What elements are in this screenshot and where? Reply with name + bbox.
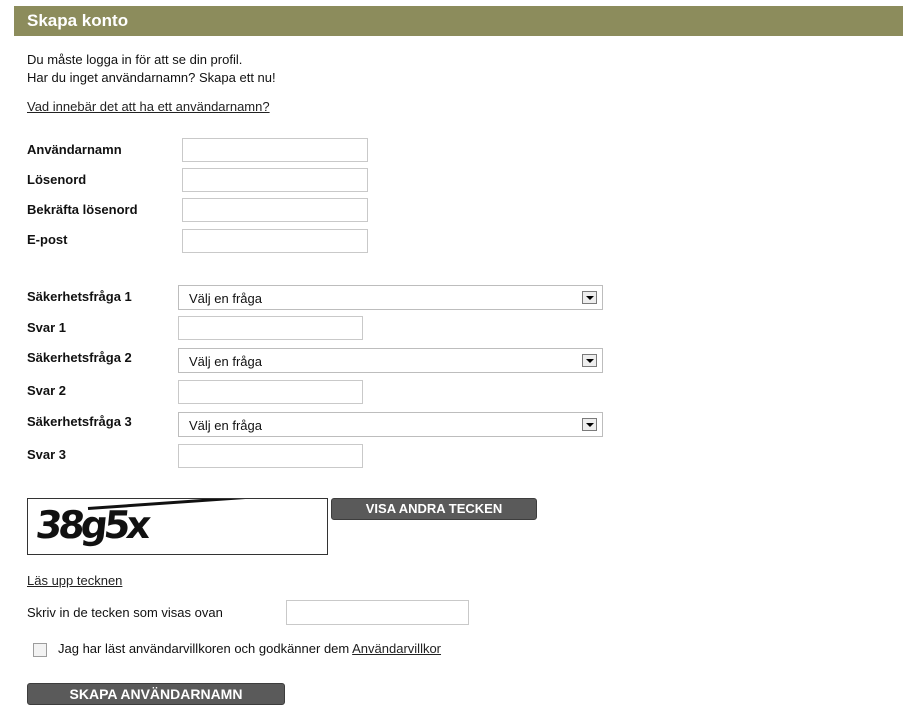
security-question-3-label: Säkerhetsfråga 3 xyxy=(27,414,132,429)
security-question-2-select[interactable]: Välj en fråga xyxy=(178,348,603,373)
email-input[interactable] xyxy=(182,229,368,253)
security-question-2-value: Välj en fråga xyxy=(189,354,262,369)
captcha-text: 38g5x xyxy=(33,503,150,547)
answer-1-label: Svar 1 xyxy=(27,320,67,335)
captcha-image: 38g5x xyxy=(27,498,328,555)
audio-captcha-link[interactable]: Läs upp tecknen xyxy=(27,573,122,588)
answer-1-input[interactable] xyxy=(178,316,363,340)
answer-3-label: Svar 3 xyxy=(27,447,67,462)
answer-2-input[interactable] xyxy=(178,380,363,404)
password-input[interactable] xyxy=(182,168,368,192)
confirm-password-input[interactable] xyxy=(182,198,368,222)
create-username-button[interactable]: SKAPA ANVÄNDARNAMN xyxy=(27,683,285,705)
terms-link[interactable]: Användarvillkor xyxy=(352,641,441,656)
answer-2-label: Svar 2 xyxy=(27,383,67,398)
username-label: Användarnamn xyxy=(27,142,122,157)
answer-3-input[interactable] xyxy=(178,444,363,468)
username-input[interactable] xyxy=(182,138,368,162)
terms-text: Jag har läst användarvillkoren och godkä… xyxy=(58,641,441,656)
security-question-1-select[interactable]: Välj en fråga xyxy=(178,285,603,310)
confirm-password-label: Bekräfta lösenord xyxy=(27,202,138,217)
security-question-1-value: Välj en fråga xyxy=(189,291,262,306)
security-question-2-label: Säkerhetsfråga 2 xyxy=(27,350,132,365)
intro-text-2: Har du inget användarnamn? Skapa ett nu! xyxy=(27,70,276,85)
security-question-3-select[interactable]: Välj en fråga xyxy=(178,412,603,437)
page-header: Skapa konto xyxy=(14,6,903,36)
username-info-link[interactable]: Vad innebär det att ha ett användarnamn? xyxy=(27,99,270,114)
intro-text-1: Du måste logga in för att se din profil. xyxy=(27,52,243,67)
captcha-input[interactable] xyxy=(286,600,469,625)
terms-checkbox-label: Jag har läst användarvillkoren och godkä… xyxy=(58,641,350,656)
chevron-down-icon[interactable] xyxy=(582,291,597,304)
email-label: E-post xyxy=(27,232,68,247)
password-label: Lösenord xyxy=(27,172,87,187)
security-question-3-value: Välj en fråga xyxy=(189,418,262,433)
captcha-input-label: Skriv in de tecken som visas ovan xyxy=(27,605,223,620)
page-title: Skapa konto xyxy=(27,11,129,30)
chevron-down-icon[interactable] xyxy=(582,418,597,431)
terms-checkbox[interactable] xyxy=(33,643,47,657)
refresh-captcha-button[interactable]: VISA ANDRA TECKEN xyxy=(331,498,537,520)
security-question-1-label: Säkerhetsfråga 1 xyxy=(27,289,132,304)
chevron-down-icon[interactable] xyxy=(582,354,597,367)
